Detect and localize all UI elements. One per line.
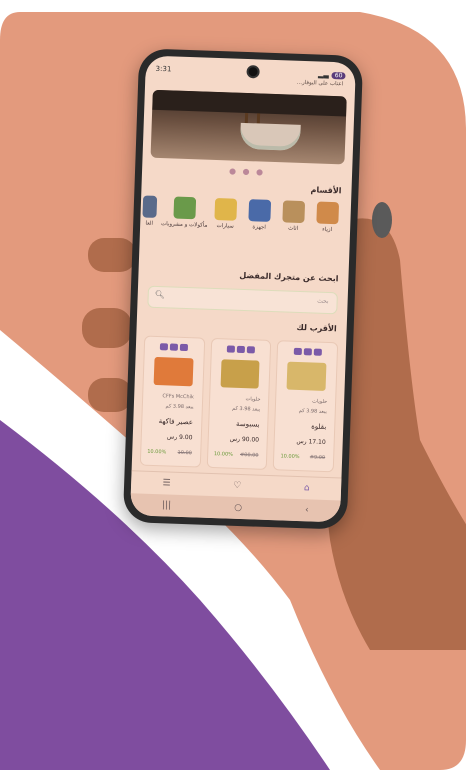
status-time: 3:31 xyxy=(155,64,172,74)
product-image xyxy=(153,356,194,387)
battery-icon: 60 xyxy=(331,71,346,79)
category-icon xyxy=(248,199,272,222)
category-item[interactable]: اجهزة xyxy=(244,199,276,246)
category-item[interactable]: اثاث xyxy=(278,200,310,247)
category-icon xyxy=(214,197,238,221)
nearby-title: الأقرب لك xyxy=(296,322,337,334)
category-icon xyxy=(316,201,340,225)
category-icon xyxy=(142,195,158,218)
back-icon[interactable]: ‹ xyxy=(305,505,309,515)
nearby-cards: حلويات يبعد 3.98 كم بقلوة 17.10 رس #9.00… xyxy=(139,335,339,473)
coffee-cup-image xyxy=(240,122,301,151)
product-card[interactable]: حلويات يبعد 3.98 كم بقلوة 17.10 رس #9.00… xyxy=(273,340,339,473)
category-item[interactable]: سيارات xyxy=(210,197,242,245)
heart-icon[interactable]: ♡ xyxy=(233,481,241,491)
promo-page: 3:31 ▂▃ 60 اعتاب على البوفار... ● ● ● ال… xyxy=(0,0,466,770)
product-image xyxy=(220,359,260,389)
category-icon xyxy=(282,200,306,224)
category-item[interactable]: مأكولات و مشروبات xyxy=(161,196,208,244)
carousel-dots[interactable]: ● ● ● xyxy=(142,163,352,179)
product-card[interactable]: حلويات يبعد 3.98 كم بسبوسة 90.00 رس #00.… xyxy=(206,337,272,470)
home-icon[interactable]: ⌂ xyxy=(304,483,310,493)
categories-row: ازياء اثاث اجهزة سيارات مأكولات و مشروبا… xyxy=(140,195,343,248)
search-title: ابحث عن متجرك المفضل xyxy=(239,270,339,284)
product-card[interactable]: CFFs McChik يبعد 3.98 كم عصير فاكهة 9.00… xyxy=(139,335,205,468)
home-button-icon[interactable]: ○ xyxy=(234,503,242,513)
search-placeholder: بحث xyxy=(317,297,329,305)
search-input[interactable]: 🔍︎ بحث xyxy=(147,285,338,315)
category-item[interactable]: العا xyxy=(140,195,160,242)
delivery-address[interactable]: اعتاب على البوفار... xyxy=(297,80,344,88)
search-icon: 🔍︎ xyxy=(154,289,166,300)
category-item[interactable]: ازياء xyxy=(311,201,343,248)
app-screen: 3:31 ▂▃ 60 اعتاب على البوفار... ● ● ● ال… xyxy=(130,55,356,523)
category-icon xyxy=(173,196,197,220)
phone-mockup: 3:31 ▂▃ 60 اعتاب على البوفار... ● ● ● ال… xyxy=(122,48,364,530)
product-image xyxy=(286,361,327,391)
promo-banner[interactable] xyxy=(150,89,347,165)
categories-title: الأقسام xyxy=(310,185,342,196)
signal-icon: ▂▃ xyxy=(317,70,330,79)
recents-icon[interactable]: ||| xyxy=(162,500,171,510)
menu-icon[interactable]: ☰ xyxy=(162,478,170,488)
